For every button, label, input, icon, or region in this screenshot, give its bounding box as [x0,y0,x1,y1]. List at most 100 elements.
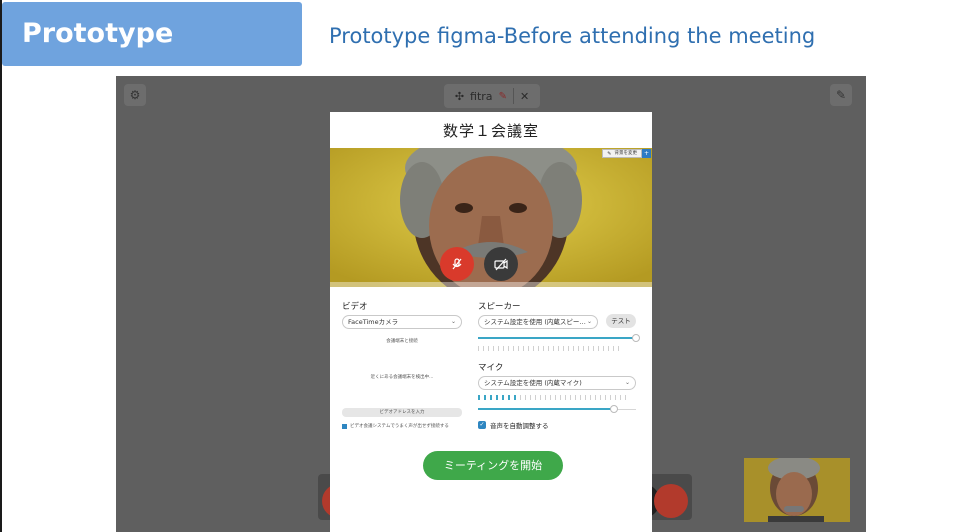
meter-tick [610,395,611,400]
mic-select-value: システム設定を使用 (内蔵マイク) [484,379,582,387]
meter-tick [605,395,606,400]
meter-tick [570,395,571,400]
meter-tick [575,395,576,400]
settings-icon: ⚙ [129,88,141,102]
room-device-label: 会議端末と接続 [386,339,418,344]
meter-tick [496,395,498,400]
meter-tick [533,346,534,351]
camera-preview: ✎ 背景を変更 + [330,148,652,287]
meter-tick [595,395,596,400]
thumbnail-face-image [744,458,850,522]
meter-tick [538,346,539,351]
chevron-down-icon: ⌄ [450,318,456,325]
meter-tick [488,346,489,351]
meter-tick [590,395,591,400]
meter-tick [528,346,529,351]
meter-tick [618,346,619,351]
meter-tick [518,346,519,351]
meter-tick [548,346,549,351]
slide: Prototype Prototype figma-Before attendi… [0,0,980,532]
device-search-status: 近くにある会議端末を検出中... [370,375,434,380]
auto-adjust-label: 音声を自動調整する [490,422,549,430]
meter-tick [502,395,504,400]
change-background-label: 背景を変更 [614,150,638,156]
room-device-option[interactable]: ビデオ会議システムでうまく声が出せず接続する [342,423,462,429]
mic-level-meter [478,395,636,400]
change-background-button[interactable]: ✎ 背景を変更 + [602,149,651,158]
mic-section-label: マイク [478,363,504,373]
meter-tick [555,395,556,400]
meter-tick [530,395,531,400]
meter-tick [583,346,584,351]
meter-tick [563,346,564,351]
pin-off-icon[interactable]: ✕ [520,90,529,103]
video-address-button[interactable]: ビデオアドレスを入力 [342,408,462,417]
slide-subtitle: Prototype figma-Before attending the mee… [329,24,816,48]
slider-knob[interactable] [609,405,618,413]
meter-tick [558,346,559,351]
slider-knob[interactable] [632,334,640,342]
settings-button[interactable]: ⚙ [124,84,146,106]
mic-muted-icon [452,258,462,270]
meter-tick [613,346,614,351]
meter-tick [603,346,604,351]
meter-tick [573,346,574,351]
slide-left-border [0,0,2,532]
mic-muted-icon: ✎ [498,90,507,102]
mic-toggle-button[interactable] [440,247,474,281]
mic-volume-slider[interactable] [478,405,636,413]
toolbar-divider [512,88,514,104]
camera-select-value: FaceTimeカメラ [348,318,399,326]
meter-tick [513,346,514,351]
mic-select[interactable]: システム設定を使用 (内蔵マイク) ⌄ [478,376,636,390]
camera-select[interactable]: FaceTimeカメラ ⌄ [342,315,462,329]
meter-tick [588,346,589,351]
meter-tick [625,395,626,400]
speaker-volume-slider[interactable] [478,334,640,342]
meter-tick [615,395,616,400]
speaker-select[interactable]: システム設定を使用 (内蔵スピー… ⌄ [478,315,598,329]
meter-tick [478,346,479,351]
brand-name: fitra [470,89,493,103]
video-section-label: ビデオ [342,302,368,312]
meter-tick [598,346,599,351]
meter-tick [503,346,504,351]
meter-tick [580,395,581,400]
meter-tick [490,395,492,400]
speaker-level-meter [478,346,636,351]
meter-tick [484,395,486,400]
meter-tick [585,395,586,400]
image-icon: ✎ [607,150,612,157]
edit-button[interactable]: ✎ [830,84,852,106]
meter-tick [600,395,601,400]
meter-tick [553,346,554,351]
prototype-badge: Prototype [2,2,302,66]
meter-tick [483,346,484,351]
checkbox-icon [342,423,347,429]
camera-toggle-button[interactable] [484,247,518,281]
meter-tick [493,346,494,351]
speaker-test-button[interactable]: テスト [606,314,636,328]
meter-tick [508,395,510,400]
meter-tick [550,395,551,400]
meter-tick [508,346,509,351]
meter-tick [520,395,521,400]
meter-tick [523,346,524,351]
room-toolbar: ✣ fitra ✎ ✕ [444,84,540,108]
check-icon: ✓ [478,421,486,429]
meter-tick [498,346,499,351]
pencil-icon: ✎ [835,88,847,102]
plus-icon: + [642,149,651,158]
app-screenshot: ⚙ ✣ fitra ✎ ✕ ✎ 数学１会議室 ✎ 背景を変更 + ビデオ Fac… [116,76,866,532]
meter-tick [514,395,516,400]
start-meeting-button[interactable]: ミーティングを開始 [423,451,563,480]
control-leave-button[interactable] [654,484,688,518]
camera-off-icon [494,258,508,271]
room-title: 数学１会議室 [442,122,539,140]
auto-adjust-checkbox[interactable]: ✓ 音声を自動調整する [478,420,636,430]
speaker-section-label: スピーカー [478,302,521,312]
meter-tick [608,346,609,351]
meter-tick [535,395,536,400]
meter-tick [545,395,546,400]
pre-join-dialog: 数学１会議室 ✎ 背景を変更 + ビデオ FaceTimeカメラ ⌄ 会議端末と… [330,112,652,532]
